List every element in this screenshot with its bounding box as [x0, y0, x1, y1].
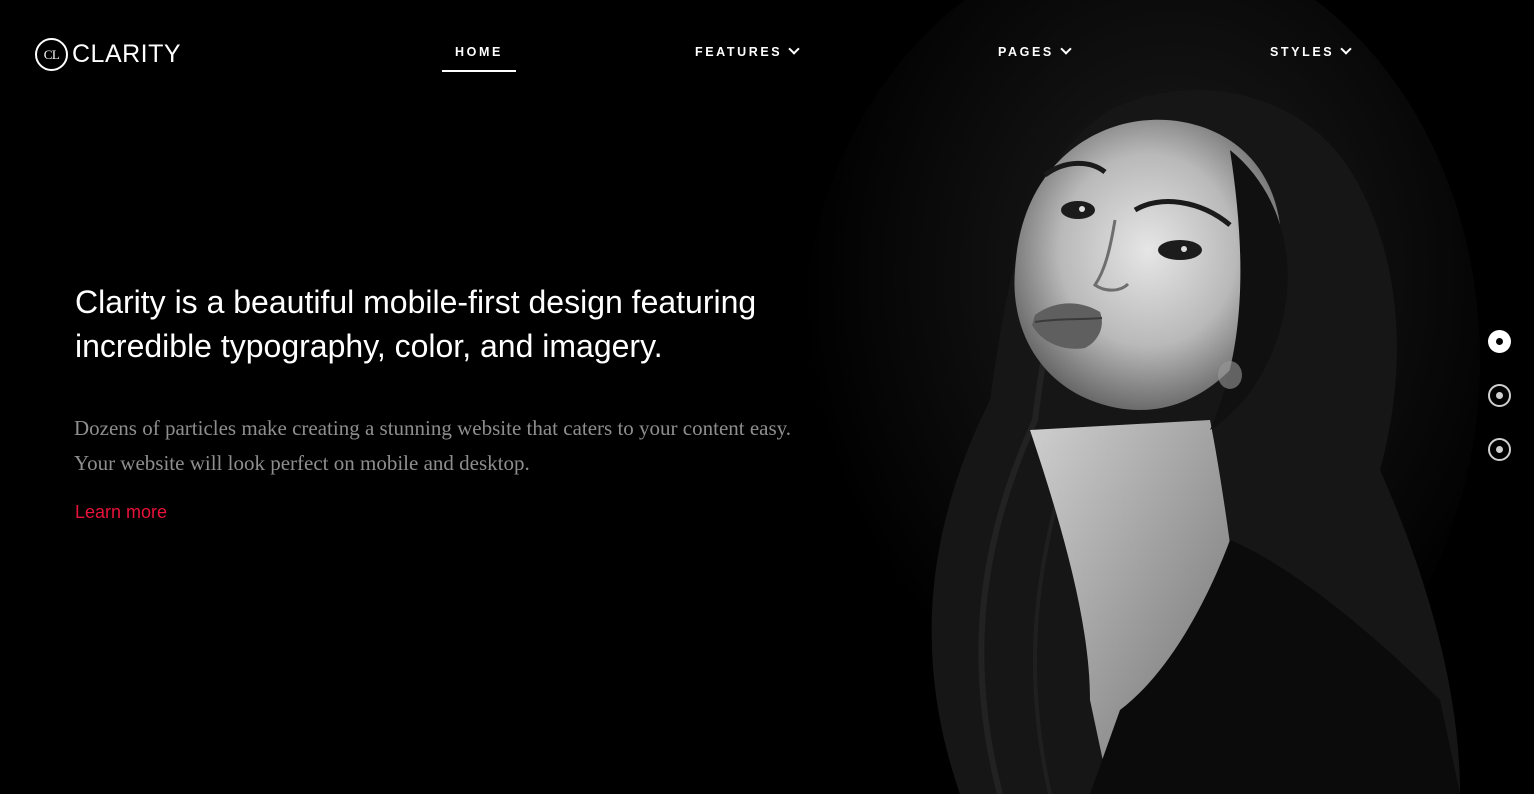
- slider-dot-2[interactable]: [1488, 384, 1511, 407]
- nav-label: PAGES: [998, 45, 1054, 59]
- slider-dot-1[interactable]: [1488, 330, 1511, 353]
- site-header: CL CLARITY HOME FEATURES PAGES STYLES: [0, 0, 1534, 110]
- learn-more-link[interactable]: Learn more: [75, 502, 167, 523]
- nav-active-underline: [442, 70, 516, 72]
- hero-title: Clarity is a beautiful mobile-first desi…: [75, 284, 757, 364]
- nav-label: HOME: [455, 45, 503, 59]
- logo-mark: CL: [35, 38, 68, 71]
- hero-subtitle: Dozens of particles make creating a stun…: [74, 416, 792, 475]
- slider-dot-3[interactable]: [1488, 438, 1511, 461]
- chevron-down-icon: [1060, 43, 1072, 55]
- nav-item-home[interactable]: HOME: [455, 45, 503, 59]
- nav-item-pages[interactable]: PAGES: [998, 43, 1072, 59]
- chevron-down-icon: [788, 43, 800, 55]
- nav-item-styles[interactable]: STYLES: [1270, 43, 1352, 59]
- nav-item-features[interactable]: FEATURES: [695, 43, 800, 59]
- logo-text: CLARITY: [72, 40, 182, 68]
- nav-label: FEATURES: [695, 45, 783, 59]
- logo[interactable]: CL CLARITY: [35, 38, 181, 71]
- nav-label: STYLES: [1270, 45, 1335, 59]
- hero-image: [760, 0, 1480, 794]
- chevron-down-icon: [1340, 43, 1352, 55]
